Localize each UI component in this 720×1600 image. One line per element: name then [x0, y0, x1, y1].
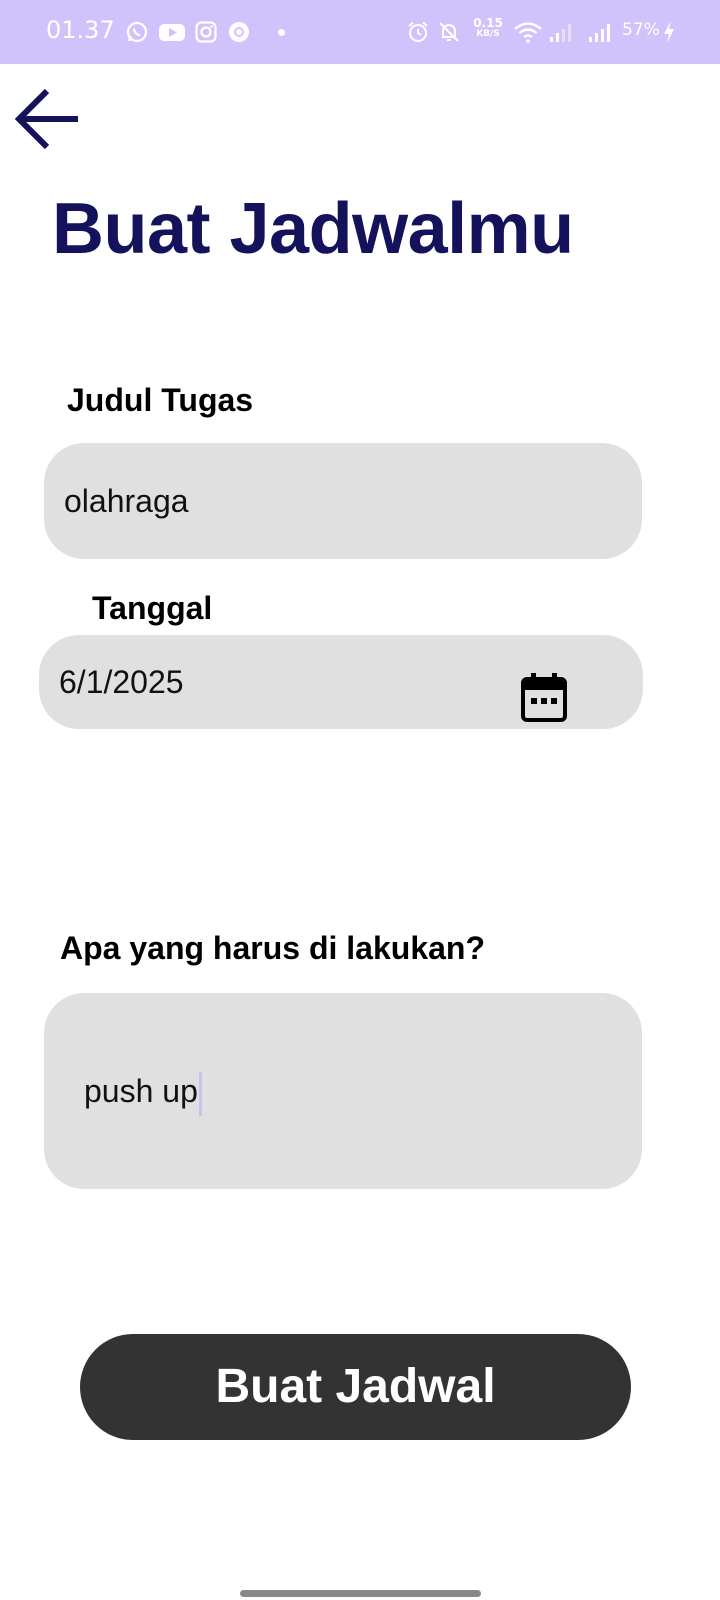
- instagram-icon: [195, 21, 217, 43]
- todo-input[interactable]: push up: [44, 993, 642, 1189]
- create-schedule-button[interactable]: Buat Jadwal: [80, 1334, 631, 1440]
- chrome-icon: [229, 22, 249, 42]
- signal-icon: [550, 24, 571, 42]
- network-speed-unit: KB/S: [476, 29, 500, 39]
- task-title-value: olahraga: [64, 483, 189, 519]
- calendar-icon[interactable]: [521, 672, 567, 722]
- mute-icon: [439, 22, 459, 42]
- date-label: Tanggal: [92, 590, 213, 626]
- alarm-icon: [408, 21, 428, 42]
- text-cursor: [198, 1071, 202, 1116]
- whatsapp-icon: [126, 21, 148, 43]
- signal-icon: [589, 24, 610, 42]
- notification-dot: [278, 29, 285, 36]
- wifi-icon: [514, 22, 542, 43]
- battery-level: 57%: [622, 20, 660, 40]
- network-speed-value: 0.15: [473, 16, 503, 30]
- todo-value: push up: [84, 1073, 198, 1109]
- task-title-input[interactable]: olahraga: [44, 443, 642, 559]
- todo-label: Apa yang harus di lakukan?: [60, 930, 485, 966]
- status-bar: 01.37 0.15 KB/S 57%: [0, 0, 720, 64]
- home-indicator[interactable]: [240, 1590, 481, 1597]
- page-title: Buat Jadwalmu: [52, 189, 574, 269]
- network-speed: 0.15 KB/S: [471, 16, 505, 40]
- charging-icon: [664, 21, 674, 43]
- task-title-label: Judul Tugas: [67, 382, 254, 418]
- status-time: 01.37: [46, 16, 115, 44]
- youtube-icon: [159, 24, 185, 41]
- create-schedule-screen: 01.37 0.15 KB/S 57% Buat Jadwalmu Judul …: [0, 0, 720, 1600]
- date-value: 6/1/2025: [59, 664, 184, 700]
- arrow-left-icon[interactable]: [12, 86, 82, 152]
